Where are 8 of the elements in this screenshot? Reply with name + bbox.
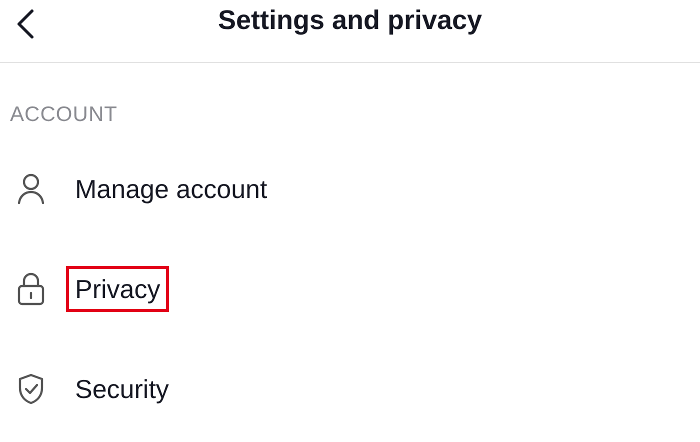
shield-icon [16, 372, 46, 406]
section-title: ACCOUNT [10, 102, 119, 128]
menu-item[interactable]: Security [66, 366, 178, 412]
lock-icon [16, 272, 46, 306]
page-title: Settings and privacy [218, 4, 482, 37]
menu-item[interactable]: Manage account [66, 166, 276, 212]
menu-item[interactable]: Privacy [66, 266, 170, 312]
person-icon [16, 172, 46, 206]
